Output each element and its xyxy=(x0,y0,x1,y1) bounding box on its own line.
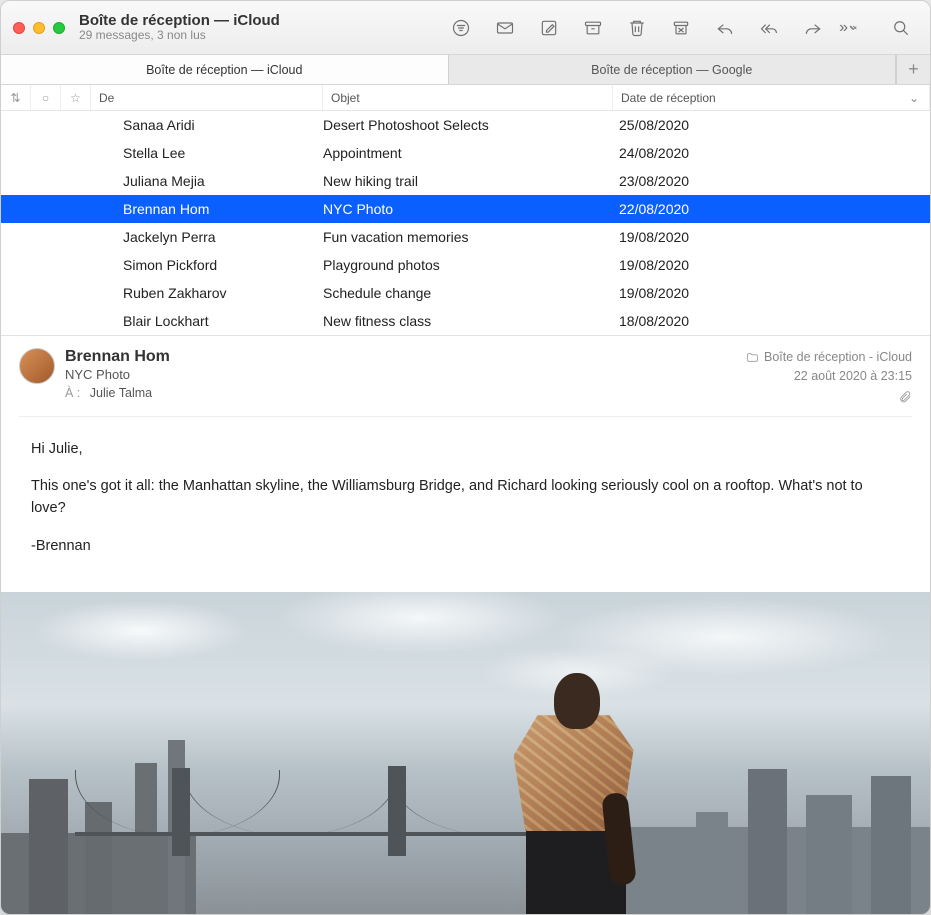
zoom-window-button[interactable] xyxy=(53,22,65,34)
tab-bar: Boîte de réception — iCloud Boîte de réc… xyxy=(1,55,930,85)
message-from: Juliana Mejia xyxy=(1,173,323,189)
message-date: 22/08/2020 xyxy=(619,201,930,217)
column-headers: ⇅ ○ ☆ De Objet Date de réception ⌄ xyxy=(1,85,930,111)
folder-icon xyxy=(746,351,759,364)
unread-column-header[interactable]: ○ xyxy=(31,85,61,110)
delete-icon[interactable] xyxy=(626,17,648,39)
message-row[interactable]: Blair LockhartNew fitness class18/08/202… xyxy=(1,307,930,335)
new-tab-button[interactable]: + xyxy=(896,55,930,84)
sort-column-header[interactable]: ⇅ xyxy=(1,85,31,110)
window-controls xyxy=(13,22,65,34)
message-row[interactable]: Brennan HomNYC Photo22/08/2020 xyxy=(1,195,930,223)
message-row[interactable]: Stella LeeAppointment24/08/2020 xyxy=(1,139,930,167)
preview-body: Hi Julie, This one's got it all: the Man… xyxy=(1,417,930,592)
read-unread-icon[interactable] xyxy=(494,17,516,39)
to-name[interactable]: Julie Talma xyxy=(90,386,152,400)
message-date: 24/08/2020 xyxy=(619,145,930,161)
message-subject: Fun vacation memories xyxy=(323,229,619,245)
reply-all-icon[interactable] xyxy=(758,17,780,39)
message-subject: Schedule change xyxy=(323,285,619,301)
message-row[interactable]: Simon PickfordPlayground photos19/08/202… xyxy=(1,251,930,279)
message-date: 25/08/2020 xyxy=(619,117,930,133)
message-date: 23/08/2020 xyxy=(619,173,930,189)
to-label: À : xyxy=(65,386,80,400)
message-from: Jackelyn Perra xyxy=(1,229,323,245)
close-window-button[interactable] xyxy=(13,22,25,34)
preview-folder-label: Boîte de réception - iCloud xyxy=(764,348,912,367)
junk-icon[interactable] xyxy=(670,17,692,39)
message-from: Sanaa Aridi xyxy=(1,117,323,133)
mail-window: Boîte de réception — iCloud 29 messages,… xyxy=(0,0,931,915)
body-paragraph: -Brennan xyxy=(31,536,900,558)
archive-icon[interactable] xyxy=(582,17,604,39)
reply-icon[interactable] xyxy=(714,17,736,39)
avatar xyxy=(19,348,55,384)
date-column-label: Date de réception xyxy=(621,91,716,105)
message-from: Blair Lockhart xyxy=(1,313,323,329)
forward-icon[interactable] xyxy=(802,17,824,39)
preview-recipient-row: À : Julie Talma xyxy=(65,386,746,400)
body-paragraph: This one's got it all: the Manhattan sky… xyxy=(31,476,900,520)
message-date: 19/08/2020 xyxy=(619,229,930,245)
message-subject: Appointment xyxy=(323,145,619,161)
preview-folder[interactable]: Boîte de réception - iCloud xyxy=(746,348,912,367)
date-column-header[interactable]: Date de réception ⌄ xyxy=(613,85,930,110)
body-paragraph: Hi Julie, xyxy=(31,439,900,461)
preview-sender: Brennan Hom xyxy=(65,348,746,366)
filter-icon[interactable] xyxy=(450,17,472,39)
chevron-down-icon: ⌄ xyxy=(909,91,919,105)
tab-label: Boîte de réception — Google xyxy=(591,63,752,77)
titlebar: Boîte de réception — iCloud 29 messages,… xyxy=(1,1,930,55)
message-from: Stella Lee xyxy=(1,145,323,161)
flag-column-header[interactable]: ☆ xyxy=(61,85,91,110)
message-list: Sanaa AridiDesert Photoshoot Selects25/0… xyxy=(1,111,930,335)
window-title-block: Boîte de réception — iCloud 29 messages,… xyxy=(79,12,289,43)
message-from: Ruben Zakharov xyxy=(1,285,323,301)
attachment-indicator[interactable] xyxy=(746,390,912,404)
message-subject: NYC Photo xyxy=(323,201,619,217)
preview-subject: NYC Photo xyxy=(65,367,746,382)
window-subtitle: 29 messages, 3 non lus xyxy=(79,29,289,43)
message-date: 19/08/2020 xyxy=(619,285,930,301)
more-icon[interactable]: » xyxy=(846,17,868,39)
message-row[interactable]: Sanaa AridiDesert Photoshoot Selects25/0… xyxy=(1,111,930,139)
message-date: 19/08/2020 xyxy=(619,257,930,273)
preview-timestamp: 22 août 2020 à 23:15 xyxy=(746,367,912,386)
toolbar: » xyxy=(289,17,918,39)
message-row[interactable]: Juliana MejiaNew hiking trail23/08/2020 xyxy=(1,167,930,195)
paperclip-icon xyxy=(898,390,912,404)
message-from: Simon Pickford xyxy=(1,257,323,273)
tab-icloud[interactable]: Boîte de réception — iCloud xyxy=(1,55,449,84)
minimize-window-button[interactable] xyxy=(33,22,45,34)
from-column-header[interactable]: De xyxy=(91,85,323,110)
subject-column-header[interactable]: Objet xyxy=(323,85,613,110)
message-row[interactable]: Ruben ZakharovSchedule change19/08/2020 xyxy=(1,279,930,307)
message-from: Brennan Hom xyxy=(1,201,323,217)
attachment-image[interactable] xyxy=(1,592,930,915)
tab-label: Boîte de réception — iCloud xyxy=(146,63,302,77)
message-subject: Playground photos xyxy=(323,257,619,273)
message-subject: New fitness class xyxy=(323,313,619,329)
message-date: 18/08/2020 xyxy=(619,313,930,329)
window-title: Boîte de réception — iCloud xyxy=(79,12,289,29)
message-row[interactable]: Jackelyn PerraFun vacation memories19/08… xyxy=(1,223,930,251)
compose-icon[interactable] xyxy=(538,17,560,39)
message-preview: Brennan Hom NYC Photo À : Julie Talma Bo… xyxy=(1,335,930,914)
message-subject: New hiking trail xyxy=(323,173,619,189)
message-subject: Desert Photoshoot Selects xyxy=(323,117,619,133)
preview-header: Brennan Hom NYC Photo À : Julie Talma Bo… xyxy=(1,336,930,404)
search-icon[interactable] xyxy=(890,17,912,39)
preview-meta: Boîte de réception - iCloud 22 août 2020… xyxy=(746,348,912,404)
tab-google[interactable]: Boîte de réception — Google xyxy=(449,55,897,84)
